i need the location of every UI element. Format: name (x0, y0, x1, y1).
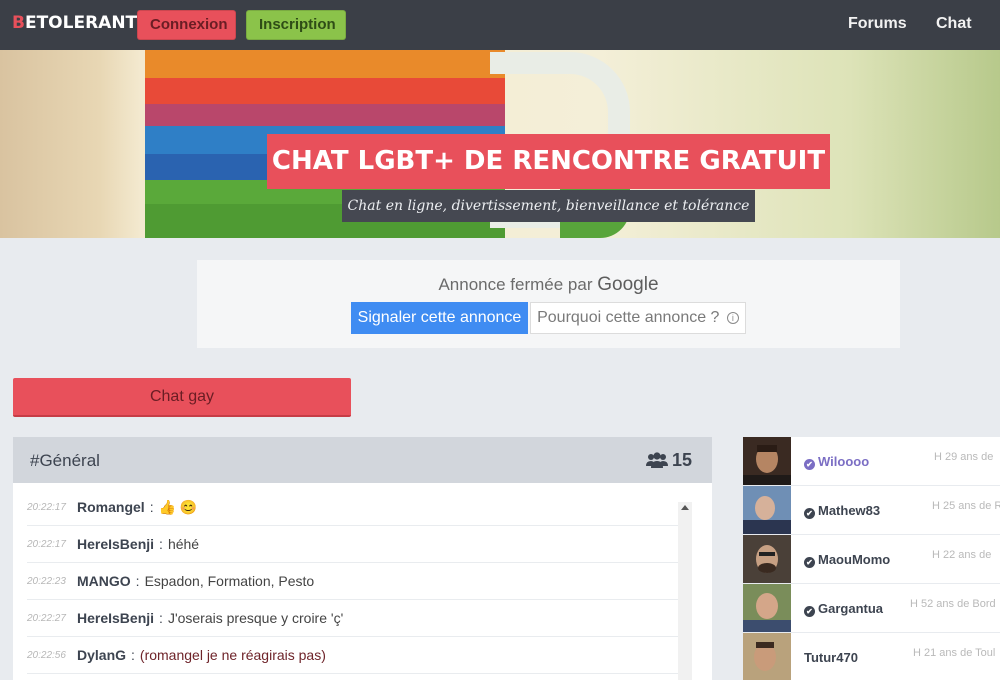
user-name-text: Mathew83 (818, 503, 881, 518)
message-author[interactable]: HereIsBenji (77, 536, 154, 552)
user-name-text: Tutur470 (804, 650, 858, 665)
why-this-ad-label: Pourquoi cette annonce ? (537, 309, 720, 326)
user-row[interactable]: ✔ Gargantua H 52 ans de Bord (743, 584, 1000, 632)
why-this-ad-button[interactable]: Pourquoi cette annonce ? i (530, 302, 746, 334)
ad-closed-box: Annonce fermée par Google Signaler cette… (197, 260, 900, 348)
scroll-up-arrow-icon[interactable] (681, 505, 689, 510)
chat-message: 20:22:17 Romangel : 👍 😊 (27, 489, 682, 526)
nav-chat[interactable]: Chat (936, 15, 972, 33)
message-time: 20:22:17 (27, 538, 66, 550)
chat-room-name: #Général (30, 451, 100, 470)
hero-banner: CHAT LGBT+ DE RENCONTRE GRATUIT Chat en … (0, 50, 1000, 238)
info-icon: i (726, 311, 739, 324)
avatar[interactable] (743, 584, 791, 632)
online-users-list: ✔ Wiloooo H 29 ans de ✔ Mathew83 H 25 ans … (743, 437, 1000, 680)
avatar[interactable] (743, 437, 791, 485)
user-row[interactable]: ✔Mathew83 H 25 ans de Ro (743, 486, 1000, 534)
chat-panel: #Général 15 20:22:17 Romangel : 👍 😊 20:2… (13, 437, 712, 680)
message-text: J'oserais presque y croire 'ç' (167, 610, 344, 626)
message-time: 20:22:56 (27, 649, 66, 661)
user-info: H 29 ans de (934, 451, 994, 463)
top-navbar: BETOLERANT Connexion Inscription Forums … (0, 0, 1000, 50)
chat-gay-button[interactable]: Chat gay (13, 378, 351, 417)
chat-message: 20:22:17 HereIsBenji : héhé (27, 526, 682, 563)
chat-header: #Général 15 (13, 437, 712, 483)
message-separator: : (135, 573, 140, 589)
site-logo[interactable]: BETOLERANT (12, 13, 137, 33)
message-author[interactable]: MANGO (77, 573, 131, 589)
user-info: H 21 ans de Toul (913, 647, 996, 659)
message-separator: : (149, 499, 154, 515)
user-name[interactable]: ✔ Gargantua (804, 601, 883, 617)
user-name-text: MaouMomo (818, 552, 891, 567)
message-separator: : (159, 536, 163, 552)
message-separator: : (131, 647, 135, 663)
member-count-value: 15 (671, 450, 692, 470)
chat-message: 20:22:56 DylanG : (romangel je ne réagir… (27, 637, 682, 674)
signup-button[interactable]: Inscription (246, 10, 346, 40)
message-author[interactable]: Romangel (77, 499, 145, 515)
hero-title: CHAT LGBT+ DE RENCONTRE GRATUIT (267, 134, 830, 189)
login-button[interactable]: Connexion (137, 10, 236, 40)
users-icon (645, 452, 668, 468)
user-info: H 22 ans de (932, 549, 992, 561)
user-row[interactable]: Tutur470 H 21 ans de Toul (743, 633, 1000, 680)
message-text: héhé (167, 536, 200, 552)
avatar[interactable] (743, 633, 791, 680)
member-count: 15 (645, 450, 692, 471)
google-wordmark: Google (597, 274, 659, 295)
message-time: 20:22:17 (27, 501, 66, 513)
verified-check-icon: ✔ (804, 557, 815, 568)
message-list: 20:22:17 Romangel : 👍 😊 20:22:17 HereIsB… (27, 489, 682, 674)
user-name[interactable]: ✔ Mathew83 (804, 503, 880, 519)
message-author[interactable]: HereIsBenji (77, 610, 154, 626)
chat-scrollbar[interactable] (678, 502, 692, 680)
logo-text: ETOLERANT (24, 13, 138, 33)
verified-check-icon: ✔ (804, 459, 815, 470)
user-name-text: Gargantua (818, 601, 884, 616)
user-name[interactable]: ✔ Wiloooo (804, 454, 869, 470)
verified-check-icon: ✔ (804, 508, 815, 519)
ad-closed-text: Annonce fermée par (438, 275, 593, 294)
message-time: 20:22:23 (27, 575, 66, 587)
message-author[interactable]: DylanG (77, 647, 126, 663)
message-time: 20:22:27 (27, 612, 66, 624)
chat-message: 20:22:27 HereIsBenji : J'oserais presque… (27, 600, 682, 637)
avatar[interactable] (743, 535, 791, 583)
ad-closed-label: Annonce fermée par Google (197, 274, 900, 296)
user-name[interactable]: ✔ MaouMomo (804, 552, 890, 568)
user-info: H 52 ans de Bord (910, 598, 996, 610)
chat-message: 20:22:23 MANGO : Espadon, Formation, Pes… (27, 563, 682, 600)
user-row[interactable]: ✔ MaouMomo H 22 ans de (743, 535, 1000, 583)
user-name[interactable]: Tutur470 (804, 650, 858, 665)
nav-forums[interactable]: Forums (848, 15, 907, 33)
logo-mark: B (12, 13, 25, 33)
user-name-text: Wiloooo (818, 454, 870, 469)
message-text: 👍 😊 (158, 498, 198, 515)
message-text: (romangel je ne réagirais pas) (139, 647, 326, 663)
report-ad-button[interactable]: Signaler cette annonce (351, 302, 528, 334)
message-text: Espadon, Formation, Pesto (144, 573, 315, 589)
verified-check-icon: ✔ (804, 606, 815, 617)
hero-subtitle: Chat en ligne, divertissement, bienveill… (342, 190, 755, 222)
avatar[interactable] (743, 486, 791, 534)
user-info: H 25 ans de Ro (932, 500, 1000, 512)
message-separator: : (159, 610, 163, 626)
user-row[interactable]: ✔ Wiloooo H 29 ans de (743, 437, 1000, 485)
